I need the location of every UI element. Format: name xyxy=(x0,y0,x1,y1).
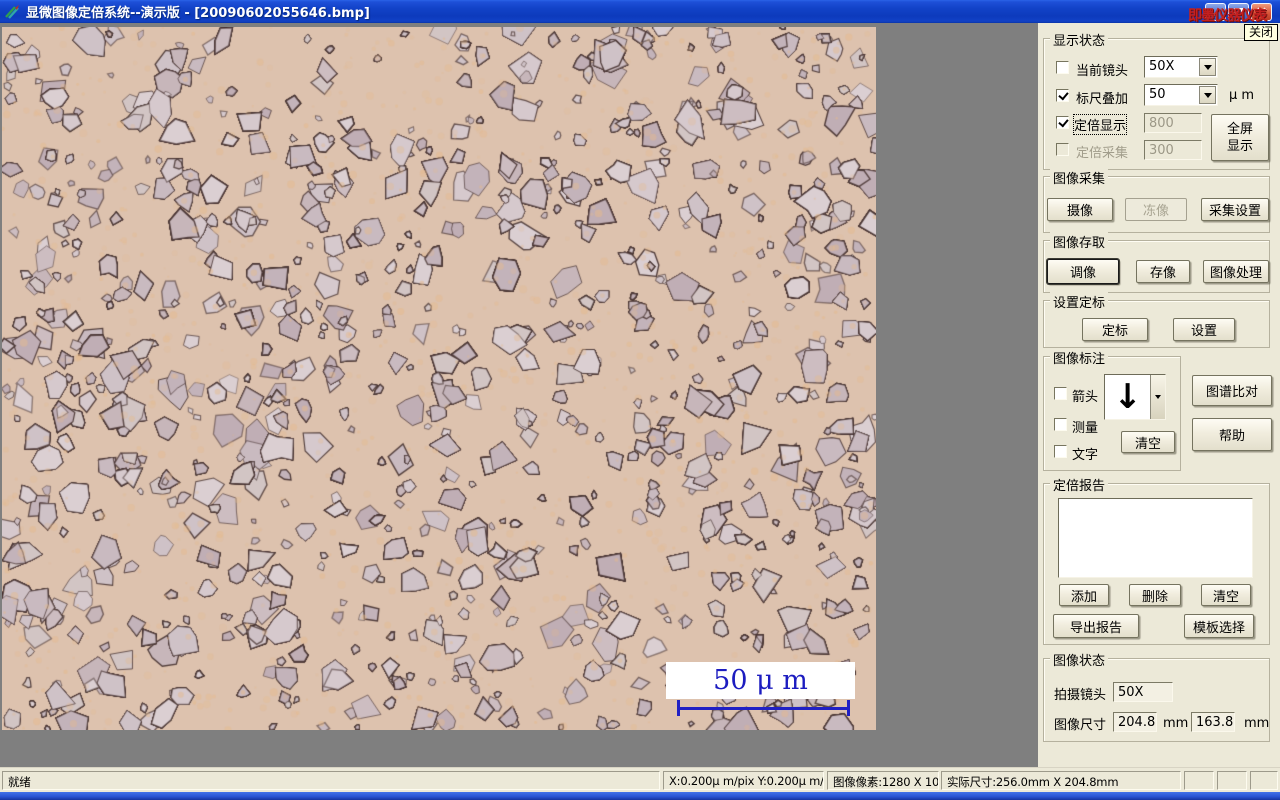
height-unit-label: mm xyxy=(1244,716,1270,731)
group-storage: 图像存取 调像 存像 图像处理 xyxy=(1043,232,1270,293)
image-process-button[interactable]: 图像处理 xyxy=(1203,260,1269,283)
fullscreen-button-line1: 全屏 xyxy=(1226,121,1253,137)
shoot-button[interactable]: 摄像 xyxy=(1047,198,1113,221)
scale-bar-line xyxy=(677,707,850,710)
capture-settings-button[interactable]: 采集设置 xyxy=(1201,198,1269,221)
chevron-down-icon xyxy=(1155,395,1161,399)
ruler-unit-label: μ m xyxy=(1229,88,1255,103)
control-panel: 显示状态 当前镜头 50X 标尺叠加 50 μ m 定倍显示 800 定倍采集 … xyxy=(1038,23,1280,767)
arrow-down-icon: ↓ xyxy=(1113,377,1142,417)
fullscreen-button-line2: 显示 xyxy=(1226,138,1253,154)
close-tooltip: 关闭 xyxy=(1244,24,1278,41)
width-unit-label: mm xyxy=(1163,716,1189,731)
group-image-status: 图像状态 拍摄镜头 50X 图像尺寸 204.8 mm 163.8 mm xyxy=(1043,650,1270,742)
calibrate-button[interactable]: 定标 xyxy=(1082,318,1148,341)
current-lens-select[interactable]: 50X xyxy=(1144,56,1218,78)
report-listbox[interactable] xyxy=(1058,498,1253,578)
fixed-display-checkbox[interactable] xyxy=(1056,116,1069,129)
atlas-compare-button[interactable]: 图谱比对 xyxy=(1192,375,1272,406)
app-icon xyxy=(5,4,21,20)
arrow-style-select[interactable]: ↓ xyxy=(1104,374,1166,420)
status-bar: 就绪 X:0.200μ m/pix Y:0.200μ m/pix 图像像素:12… xyxy=(0,767,1280,792)
group-report: 定倍报告 添加 删除 清空 导出报告 模板选择 xyxy=(1043,475,1270,645)
title-bar[interactable]: 显微图像定倍系统--演示版 - [20090602055646.bmp] 即墨仪… xyxy=(0,0,1280,24)
current-lens-checkbox[interactable] xyxy=(1056,61,1069,74)
lens-label: 拍摄镜头 xyxy=(1054,688,1107,703)
fixed-capture-input: 300 xyxy=(1144,140,1202,160)
status-ready: 就绪 xyxy=(2,771,660,790)
chevron-down-icon xyxy=(1203,64,1212,70)
report-delete-button[interactable]: 删除 xyxy=(1129,584,1181,606)
ruler-overlay-label: 标尺叠加 xyxy=(1076,92,1129,107)
image-height-field: 163.8 xyxy=(1191,712,1235,732)
group-annotation: 图像标注 箭头 ↓ 测量 文字 清空 xyxy=(1043,348,1181,471)
template-select-button[interactable]: 模板选择 xyxy=(1184,614,1254,638)
chevron-down-icon xyxy=(1203,92,1212,98)
annotation-clear-button[interactable]: 清空 xyxy=(1121,431,1175,453)
scale-bar-tick-left xyxy=(677,700,680,716)
ruler-value-select[interactable]: 50 xyxy=(1144,84,1218,106)
fixed-capture-checkbox xyxy=(1056,143,1069,156)
group-capture-title: 图像采集 xyxy=(1050,168,1109,187)
group-capture: 图像采集 摄像 冻像 采集设置 xyxy=(1043,168,1270,233)
report-clear-button[interactable]: 清空 xyxy=(1201,584,1251,606)
export-report-button[interactable]: 导出报告 xyxy=(1053,614,1139,638)
fixed-display-input: 800 xyxy=(1144,113,1202,133)
ruler-dropdown-button[interactable] xyxy=(1199,86,1216,104)
status-pixel-scale: X:0.200μ m/pix Y:0.200μ m/pix xyxy=(663,771,824,790)
fullscreen-button[interactable]: 全屏 显示 xyxy=(1211,114,1269,161)
image-size-label: 图像尺寸 xyxy=(1054,718,1107,733)
group-calibration-title: 设置定标 xyxy=(1050,292,1109,311)
window-title: 显微图像定倍系统--演示版 - [20090602055646.bmp] xyxy=(26,6,370,21)
current-lens-dropdown-button[interactable] xyxy=(1199,58,1216,76)
watermark-text: 即墨仪器仪表 xyxy=(1188,8,1267,24)
group-image-status-title: 图像状态 xyxy=(1050,650,1109,669)
status-actual-size: 实际尺寸:256.0mm X 204.8mm xyxy=(941,771,1181,790)
measure-label: 测量 xyxy=(1072,421,1099,436)
lens-value-field: 50X xyxy=(1113,682,1173,702)
status-image-pixels: 图像像素:1280 X 1024 xyxy=(827,771,939,790)
calibration-settings-button[interactable]: 设置 xyxy=(1173,318,1235,341)
load-image-button[interactable]: 调像 xyxy=(1047,259,1119,284)
measure-checkbox[interactable] xyxy=(1054,418,1067,431)
group-display-status: 显示状态 当前镜头 50X 标尺叠加 50 μ m 定倍显示 800 定倍采集 … xyxy=(1043,30,1270,170)
help-button[interactable]: 帮助 xyxy=(1192,418,1272,451)
window-bottom-border xyxy=(0,792,1280,800)
group-report-title: 定倍报告 xyxy=(1050,475,1109,494)
arrow-style-dropdown-button[interactable] xyxy=(1150,375,1165,419)
image-width-field: 204.8 xyxy=(1113,712,1157,732)
image-canvas-area: 50 μ m xyxy=(0,23,1038,767)
freeze-button: 冻像 xyxy=(1125,198,1187,221)
scale-bar-tick-right xyxy=(847,700,850,716)
current-lens-label: 当前镜头 xyxy=(1076,64,1129,79)
text-label: 文字 xyxy=(1072,448,1099,463)
status-pane-1 xyxy=(1184,771,1214,790)
status-pane-3 xyxy=(1250,771,1278,790)
micrograph-image[interactable] xyxy=(2,27,876,730)
ruler-overlay-checkbox[interactable] xyxy=(1056,89,1069,102)
scale-bar-box: 50 μ m xyxy=(666,662,855,699)
group-display-status-title: 显示状态 xyxy=(1050,30,1109,49)
scale-bar-text: 50 μ m xyxy=(713,665,808,696)
group-calibration: 设置定标 定标 设置 xyxy=(1043,292,1270,348)
group-storage-title: 图像存取 xyxy=(1050,232,1109,251)
report-add-button[interactable]: 添加 xyxy=(1059,584,1109,606)
text-checkbox[interactable] xyxy=(1054,445,1067,458)
save-image-button[interactable]: 存像 xyxy=(1136,260,1190,283)
fixed-display-label: 定倍显示 xyxy=(1072,114,1128,135)
arrow-label: 箭头 xyxy=(1072,390,1099,405)
app-window: 显微图像定倍系统--演示版 - [20090602055646.bmp] 即墨仪… xyxy=(0,0,1280,800)
group-annotation-title: 图像标注 xyxy=(1050,348,1109,367)
fixed-capture-label: 定倍采集 xyxy=(1076,146,1129,161)
arrow-checkbox[interactable] xyxy=(1054,387,1067,400)
status-pane-2 xyxy=(1217,771,1247,790)
